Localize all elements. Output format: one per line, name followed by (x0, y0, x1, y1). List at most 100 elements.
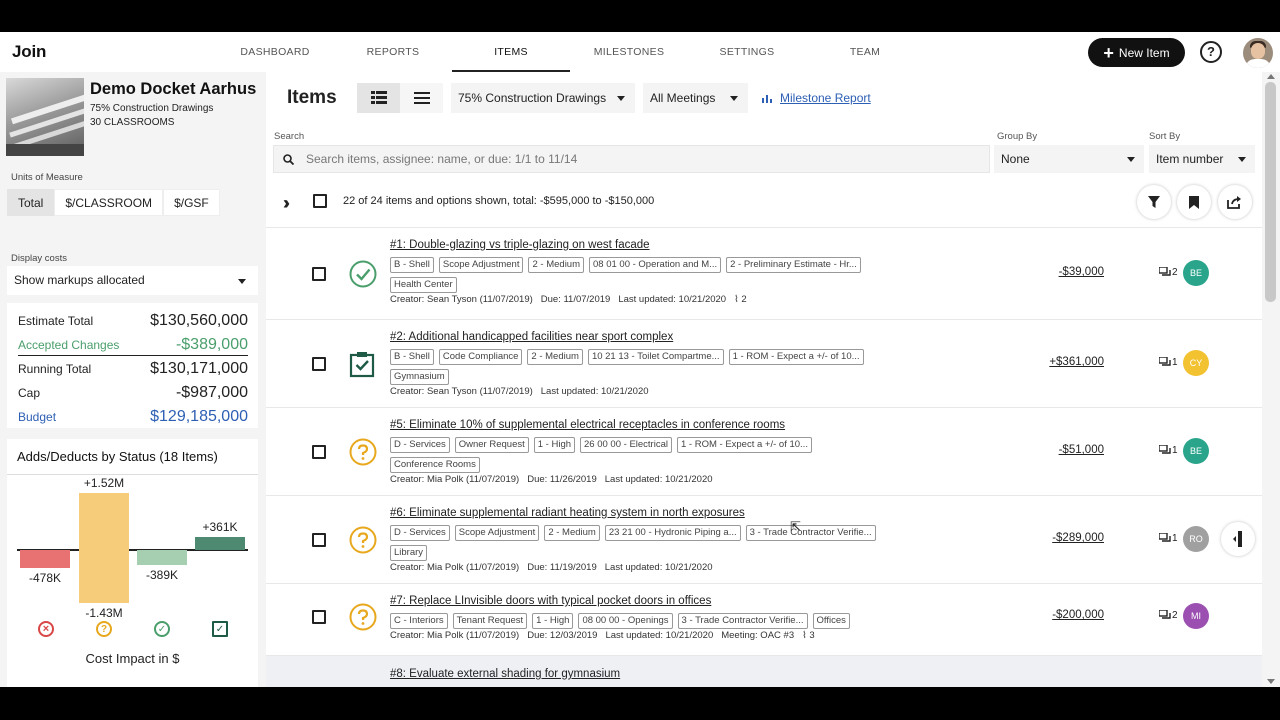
tab-team[interactable]: TEAM (806, 46, 924, 58)
tab-settings[interactable]: SETTINGS (688, 46, 806, 58)
assignee-avatar[interactable]: BE (1183, 260, 1209, 286)
units-of-measure-toggle: Total $/CLASSROOM $/GSF (7, 189, 220, 216)
item-checkbox[interactable] (312, 533, 326, 547)
comments-count[interactable]: 2 (1159, 267, 1178, 278)
item-cost-impact[interactable]: -$39,000 (1048, 266, 1104, 278)
item-chip: Gymnasium (390, 369, 449, 385)
item-row[interactable]: #1: Double-glazing vs triple-glazing on … (266, 228, 1262, 320)
item-chip: 2 - Medium (527, 349, 583, 365)
tab-milestones[interactable]: MILESTONES (570, 46, 688, 58)
attachment-count[interactable]: ⌇ 3 (802, 630, 815, 641)
tab-items[interactable]: ITEMS (452, 46, 570, 58)
comments-icon (1159, 533, 1171, 542)
new-item-button[interactable]: + New Item (1088, 38, 1185, 67)
accepted-status-icon[interactable] (349, 260, 377, 288)
uom-total[interactable]: Total (7, 189, 55, 216)
chart-data-label: -389K (145, 568, 179, 582)
chart-bar-add[interactable] (195, 537, 245, 550)
total-value: $130,560,000 (150, 312, 248, 329)
item-title-link[interactable]: #8: Evaluate external shading for gymnas… (390, 668, 620, 680)
comments-count[interactable]: 1 (1159, 445, 1178, 456)
chart-bar-deduct[interactable] (20, 550, 70, 568)
bookmark-button[interactable] (1177, 185, 1211, 219)
user-avatar[interactable] (1243, 38, 1273, 68)
uom-per-classroom[interactable]: $/CLASSROOM (54, 189, 164, 216)
item-title-link[interactable]: #7: Replace LInvisible doors with typica… (390, 595, 711, 607)
item-row[interactable]: #8: Evaluate external shading for gymnas… (266, 656, 1262, 687)
assignee-avatar[interactable]: RO (1183, 526, 1209, 552)
comments-count[interactable]: 2 (1159, 610, 1178, 621)
incorporated-status-icon[interactable] (349, 350, 377, 378)
rejected-status-icon[interactable]: × (38, 621, 54, 637)
assignee-avatar[interactable]: CY (1183, 350, 1209, 376)
chevron-down-icon (730, 96, 738, 101)
accepted-status-icon[interactable]: ✓ (154, 621, 170, 637)
item-cost-impact[interactable]: -$200,000 (1048, 609, 1104, 621)
chart-bar-add[interactable] (79, 493, 129, 550)
assignee-avatar[interactable]: MI (1183, 603, 1209, 629)
pending-status-icon[interactable] (349, 438, 377, 466)
pending-status-icon[interactable] (349, 603, 377, 631)
comments-count[interactable]: 1 (1159, 357, 1178, 368)
sort-by-select[interactable]: Item number (1149, 145, 1255, 173)
milestone-report-link[interactable]: Milestone Report (762, 91, 871, 105)
summary-text: 22 of 24 items and options shown, total:… (343, 195, 655, 207)
adds-deducts-chart: Adds/Deducts by Status (18 Items) × ? ✓ … (7, 439, 258, 687)
item-meta-text: Last updated: 10/21/2020 (618, 294, 727, 305)
scroll-up-icon[interactable] (1267, 74, 1275, 79)
card-view-button[interactable] (357, 83, 400, 113)
filter-button[interactable] (1137, 185, 1171, 219)
item-meta-text: Due: 11/07/2019 (540, 294, 611, 305)
comments-count[interactable]: 1 (1159, 533, 1178, 544)
search-input[interactable]: Search items, assignee: name, or due: 1/… (273, 145, 990, 173)
scroll-down-icon[interactable] (1267, 679, 1275, 684)
item-cost-impact[interactable]: +$361,000 (1048, 356, 1104, 368)
chart-bar-deduct[interactable] (79, 550, 129, 603)
tab-reports[interactable]: REPORTS (334, 46, 452, 58)
display-costs-value: Show markups allocated (14, 273, 145, 287)
milestone-select[interactable]: 75% Construction Drawings (451, 83, 635, 113)
item-row[interactable]: #2: Additional handicapped facilities ne… (266, 320, 1262, 408)
item-row[interactable]: #7: Replace LInvisible doors with typica… (266, 584, 1262, 656)
item-title-link[interactable]: #2: Additional handicapped facilities ne… (390, 331, 673, 343)
item-drawer-button[interactable] (1221, 522, 1255, 556)
item-row[interactable]: #6: Eliminate supplemental radiant heati… (266, 496, 1262, 584)
assignee-avatar[interactable]: BE (1183, 438, 1209, 464)
chevron-down-icon (238, 279, 246, 284)
pending-status-icon[interactable] (349, 526, 377, 554)
item-checkbox[interactable] (312, 610, 326, 624)
comments-icon (1159, 267, 1171, 276)
help-icon[interactable]: ? (1200, 41, 1222, 63)
select-all-checkbox[interactable] (313, 194, 327, 208)
compact-view-button[interactable] (400, 83, 443, 113)
incorporated-status-icon[interactable]: ✓ (212, 621, 228, 637)
chevron-down-icon (1127, 157, 1135, 162)
item-title-link[interactable]: #1: Double-glazing vs triple-glazing on … (390, 239, 650, 251)
share-button[interactable] (1218, 185, 1252, 219)
scrollbar-thumb[interactable] (1265, 82, 1276, 302)
tab-dashboard[interactable]: DASHBOARD (216, 46, 334, 58)
uom-per-gsf[interactable]: $/GSF (163, 189, 220, 216)
item-checkbox[interactable] (312, 445, 326, 459)
new-item-label: New Item (1118, 45, 1170, 60)
item-checkbox[interactable] (312, 267, 326, 281)
item-title-link[interactable]: #5: Eliminate 10% of supplemental electr… (390, 419, 785, 431)
chart-divider (7, 474, 258, 475)
meetings-select-value: All Meetings (650, 91, 716, 105)
item-row[interactable]: #5: Eliminate 10% of supplemental electr… (266, 408, 1262, 496)
display-costs-select[interactable]: Show markups allocated (7, 266, 258, 295)
expand-all-icon[interactable]: ›› (283, 193, 290, 214)
item-meta-text: Last updated: 10/21/2020 (604, 474, 713, 485)
comments-count-value: 2 (1172, 267, 1178, 278)
app-logo[interactable]: Join (12, 42, 46, 62)
meetings-select[interactable]: All Meetings (643, 83, 748, 113)
group-by-select[interactable]: None (994, 145, 1144, 173)
item-checkbox[interactable] (312, 357, 326, 371)
item-cost-impact[interactable]: -$51,000 (1048, 444, 1104, 456)
pending-status-icon[interactable]: ? (96, 621, 112, 637)
item-chip: Offices (812, 613, 850, 629)
chart-bar-deduct[interactable] (137, 550, 187, 565)
item-title-link[interactable]: #6: Eliminate supplemental radiant heati… (390, 507, 745, 519)
item-cost-impact[interactable]: -$289,000 (1048, 532, 1104, 544)
attachment-count[interactable]: ⌇ 2 (734, 294, 747, 305)
